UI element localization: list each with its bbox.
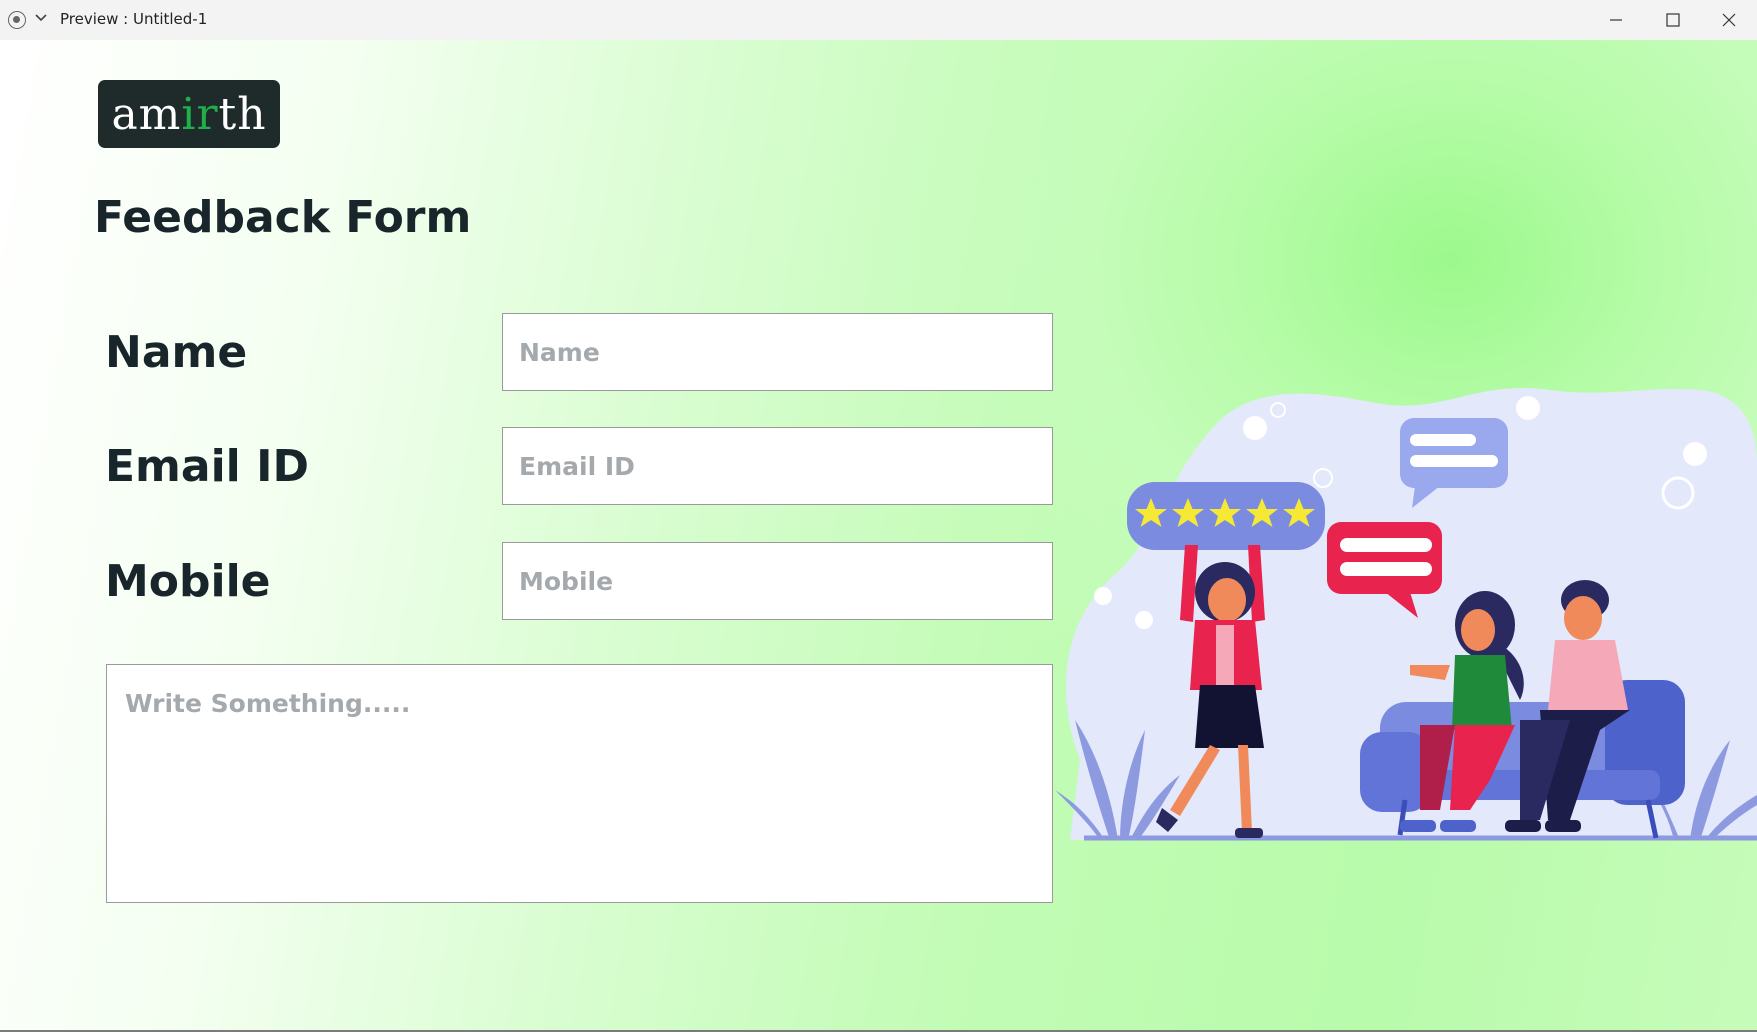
- close-button[interactable]: [1701, 0, 1757, 40]
- decor-circle: [1094, 587, 1112, 605]
- logo-accent: ir: [181, 88, 219, 140]
- page-title: Feedback Form: [94, 192, 472, 243]
- window-title: Preview : Untitled-1: [60, 10, 208, 28]
- chevron-down-icon[interactable]: [34, 11, 48, 25]
- maximize-button[interactable]: [1645, 0, 1701, 40]
- close-icon: [1722, 13, 1736, 27]
- name-label: Name: [105, 327, 248, 378]
- email-input[interactable]: [502, 427, 1053, 505]
- name-input[interactable]: [502, 313, 1053, 391]
- window-titlebar: Preview : Untitled-1: [0, 0, 1757, 40]
- record-icon[interactable]: [8, 11, 26, 29]
- decor-circle: [1135, 611, 1153, 629]
- decor-circle: [1683, 442, 1707, 466]
- decor-circle: [1516, 396, 1540, 420]
- logo-suffix: th: [218, 88, 267, 140]
- logo-prefix: am: [111, 88, 182, 140]
- brand-logo: am ir th: [98, 80, 280, 148]
- minimize-icon: [1610, 19, 1622, 21]
- minimize-button[interactable]: [1588, 0, 1644, 40]
- email-label: Email ID: [105, 441, 309, 492]
- message-textarea[interactable]: [106, 664, 1053, 903]
- maximize-icon: [1666, 13, 1680, 27]
- mobile-input[interactable]: [502, 542, 1053, 620]
- decor-circle: [1243, 416, 1267, 440]
- mobile-label: Mobile: [105, 556, 271, 607]
- feedback-illustration: [1055, 387, 1757, 841]
